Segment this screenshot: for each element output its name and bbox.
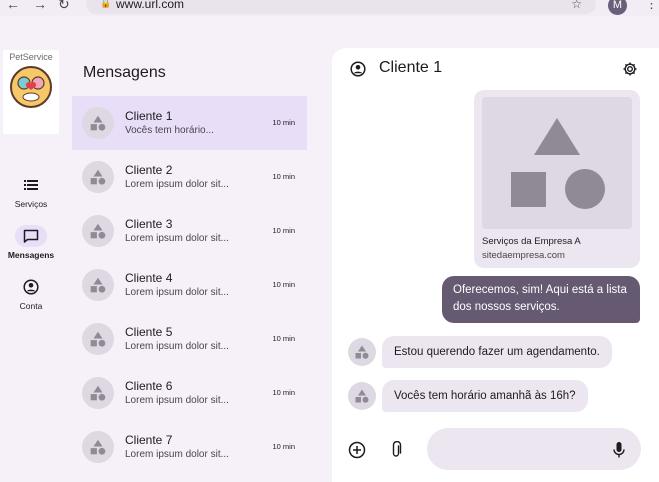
attach-icon[interactable]: [389, 440, 403, 464]
contact-name: Cliente 1: [125, 109, 173, 123]
contact-avatar: [82, 215, 114, 247]
list-item[interactable]: Cliente 2 Lorem ipsum dolor sit... 10 min: [72, 150, 307, 204]
contact-avatar: [348, 382, 376, 410]
reload-icon[interactable]: ↻: [58, 0, 70, 12]
link-preview-title: Serviços da Empresa A: [482, 236, 581, 247]
rail-label-mensagens: Mensagens: [7, 250, 55, 260]
incoming-message: Vocês tem horário amanhã às 16h?: [382, 380, 588, 412]
message-preview: Lorem ipsum dolor sit...: [125, 179, 229, 190]
address-bar[interactable]: 🔒 www.url.com ☆: [86, 0, 596, 14]
gear-icon[interactable]: [622, 61, 638, 82]
chat-icon: [15, 225, 47, 247]
pet-logo-icon: [10, 66, 52, 108]
message-preview: Lorem ipsum dolor sit...: [125, 287, 229, 298]
link-preview-image: [482, 97, 632, 229]
link-preview-url: sitedaempresa.com: [482, 250, 565, 261]
list-item[interactable]: Cliente 6 Lorem ipsum dolor sit... 10 min: [72, 366, 307, 420]
message-time: 10 min: [272, 226, 295, 235]
contact-avatar: [82, 107, 114, 139]
list-item[interactable]: Cliente 1 Vocês tem horário... 10 min: [72, 96, 307, 150]
message-preview: Vocês tem horário...: [125, 125, 214, 136]
contact-avatar: [82, 323, 114, 355]
message-time: 10 min: [272, 442, 295, 451]
message-preview: Lorem ipsum dolor sit...: [125, 449, 229, 460]
contact-name: Cliente 4: [125, 271, 173, 285]
browser-toolbar: ← → ↻ 🔒 www.url.com ☆ M ⋮: [0, 0, 659, 16]
contact-name: Cliente 7: [125, 433, 173, 447]
back-arrow-icon[interactable]: ←: [6, 0, 20, 12]
list-item[interactable]: Cliente 4 Lorem ipsum dolor sit... 10 min: [72, 258, 307, 312]
list-icon: [15, 174, 47, 196]
account-circle-icon: [350, 61, 366, 82]
rail-label-conta: Conta: [19, 301, 43, 311]
messages-list-panel: Mensagens Cliente 1 Vocês tem horário... 1…: [72, 16, 308, 482]
contact-avatar: [82, 161, 114, 193]
incoming-message: Estou querendo fazer um agendamento.: [382, 336, 612, 368]
account-icon: [15, 276, 47, 298]
messages-title: Mensagens: [83, 64, 166, 81]
contact-name: Cliente 2: [125, 163, 173, 177]
lock-icon: 🔒: [100, 0, 112, 8]
chat-panel: Cliente 1 Serviços da Empresa A sitedaem…: [332, 48, 659, 482]
contact-name: Cliente 5: [125, 325, 173, 339]
list-item[interactable]: Cliente 7 Lorem ipsum dolor sit... 10 min: [72, 420, 307, 474]
placeholder-shapes-icon: [511, 118, 605, 209]
message-time: 10 min: [272, 388, 295, 397]
list-item[interactable]: Cliente 3 Lorem ipsum dolor sit... 10 min: [72, 204, 307, 258]
contact-name: Cliente 3: [125, 217, 173, 231]
star-icon[interactable]: ☆: [571, 0, 582, 11]
outgoing-message: Oferecemos, sim! Aqui está a lista dos n…: [442, 276, 640, 323]
contact-avatar: [82, 269, 114, 301]
rail-item-mensagens[interactable]: Mensagens: [0, 225, 62, 260]
logo: PetService: [3, 50, 59, 134]
message-preview: Lorem ipsum dolor sit...: [125, 395, 229, 406]
rail-label-servicos: Serviços: [14, 199, 48, 209]
link-preview-card[interactable]: Serviços da Empresa A sitedaempresa.com: [474, 90, 640, 268]
list-item[interactable]: Cliente 5 Lorem ipsum dolor sit... 10 min: [72, 312, 307, 366]
more-vert-icon[interactable]: ⋮: [645, 0, 658, 12]
message-time: 10 min: [272, 118, 295, 127]
message-time: 10 min: [272, 334, 295, 343]
profile-avatar[interactable]: M: [608, 0, 627, 15]
message-preview: Lorem ipsum dolor sit...: [125, 233, 229, 244]
rail-item-conta[interactable]: Conta: [0, 276, 62, 311]
mic-icon[interactable]: [612, 441, 626, 464]
rail-item-servicos[interactable]: Serviços: [0, 174, 62, 209]
url-text: www.url.com: [116, 0, 185, 11]
logo-text: PetService: [9, 52, 53, 62]
message-time: 10 min: [272, 280, 295, 289]
forward-arrow-icon[interactable]: →: [33, 0, 47, 12]
contact-avatar: [348, 338, 376, 366]
add-circle-icon[interactable]: [348, 441, 366, 464]
contact-avatar: [82, 431, 114, 463]
contact-name: Cliente 6: [125, 379, 173, 393]
navigation-rail: PetService Serviços Mensagens Conta: [0, 16, 62, 482]
chat-title: Cliente 1: [379, 59, 443, 76]
message-preview: Lorem ipsum dolor sit...: [125, 341, 229, 352]
message-time: 10 min: [272, 172, 295, 181]
message-input[interactable]: [427, 428, 641, 470]
contact-avatar: [82, 377, 114, 409]
